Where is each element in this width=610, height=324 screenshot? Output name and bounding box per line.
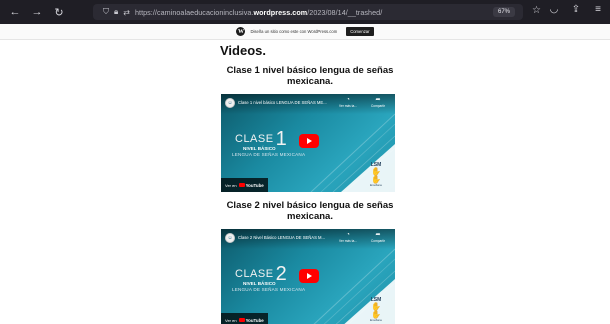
back-icon[interactable]: ← [8, 5, 22, 19]
watch-on-youtube-button[interactable]: Ver en YouTube [221, 313, 268, 324]
share-video-button[interactable]: ➦ Compartir [367, 232, 389, 243]
comenzar-button[interactable]: Comenzar [346, 27, 374, 36]
url-text[interactable]: https://caminoalaeducacioninclusiva.word… [135, 8, 382, 17]
shield-icon[interactable]: ⛉ [103, 7, 109, 17]
watch-later-button[interactable]: ◔ Ver más ta... [337, 232, 359, 243]
hands-icon: ✋✋ [371, 302, 381, 319]
video-2-lengua-text: LENGUA DE SEÑAS MEXICANA [232, 287, 306, 292]
video-2-embed-title[interactable]: Clase 2 Nivel Básico LENGUA DE SEÑAS M..… [238, 235, 325, 240]
watch-later-button[interactable]: ◔ Ver más ta... [337, 97, 359, 108]
play-button[interactable] [299, 269, 319, 283]
channel-avatar[interactable]: ☺ [225, 233, 235, 243]
video-1-nivel-text: NIVEL BÁSICO [243, 146, 276, 151]
share-video-button[interactable]: ➦ Compartir [367, 97, 389, 108]
pocket-icon[interactable]: ◡ [548, 4, 560, 15]
lsm-logo: LSM ✋✋ Enséñame [367, 162, 385, 187]
video-2-nivel-text: NIVEL BÁSICO [243, 281, 276, 286]
video-1-lengua-text: LENGUA DE SEÑAS MEXICANA [232, 152, 306, 157]
menu-icon[interactable]: ≡ [592, 4, 604, 15]
play-button[interactable] [299, 134, 319, 148]
clock-icon: ◔ [346, 97, 350, 103]
video-1-title: Clase 1 nivel básico lengua de señas mex… [226, 65, 394, 87]
watch-on-youtube-button[interactable]: Ver en YouTube [221, 178, 268, 192]
video-2-embed[interactable]: ☺ Clase 2 Nivel Básico LENGUA DE SEÑAS M… [221, 229, 395, 324]
youtube-logo-icon: YouTube [238, 318, 264, 323]
wordpress-logo-icon: W [236, 27, 246, 36]
address-bar[interactable]: ⛉ 🔒︎ ⇄ https://caminoalaeducacioninclusi… [93, 4, 541, 20]
reload-icon[interactable]: ↻ [52, 5, 66, 19]
wordpress-banner-text: Diseña un sitio como este con WordPress.… [250, 29, 338, 34]
share-arrow-icon: ➦ [375, 232, 381, 238]
lsm-logo: LSM ✋✋ Enséñame [367, 297, 385, 322]
bookmark-star-icon[interactable]: ☆ [532, 5, 541, 16]
zoom-level-badge[interactable]: 67% [492, 7, 515, 17]
youtube-logo-icon: YouTube [238, 183, 264, 188]
video-1-embed[interactable]: ☺ Clase 1 nivel básico LENGUA DE SEÑAS M… [221, 94, 395, 192]
hands-icon: ✋✋ [371, 167, 381, 184]
channel-avatar[interactable]: ☺ [225, 98, 235, 108]
share-arrow-icon: ➦ [375, 97, 381, 103]
browser-toolbar: ← → ↻ ⛉ 🔒︎ ⇄ https://caminoalaeducacioni… [0, 0, 610, 24]
lock-icon[interactable]: 🔒︎ [114, 7, 118, 17]
permissions-icon[interactable]: ⇄ [123, 8, 130, 17]
forward-icon[interactable]: → [30, 5, 44, 19]
video-1-embed-title[interactable]: Clase 1 nivel básico LENGUA DE SEÑAS ME.… [238, 100, 327, 105]
wordpress-banner: W Diseña un sitio como este con WordPres… [0, 24, 610, 40]
share-icon[interactable]: ⇪ [570, 4, 582, 15]
clock-icon: ◔ [346, 232, 350, 238]
video-2-title: Clase 2 nivel básico lengua de señas mex… [226, 200, 394, 222]
videos-heading: Videos. [220, 43, 267, 58]
